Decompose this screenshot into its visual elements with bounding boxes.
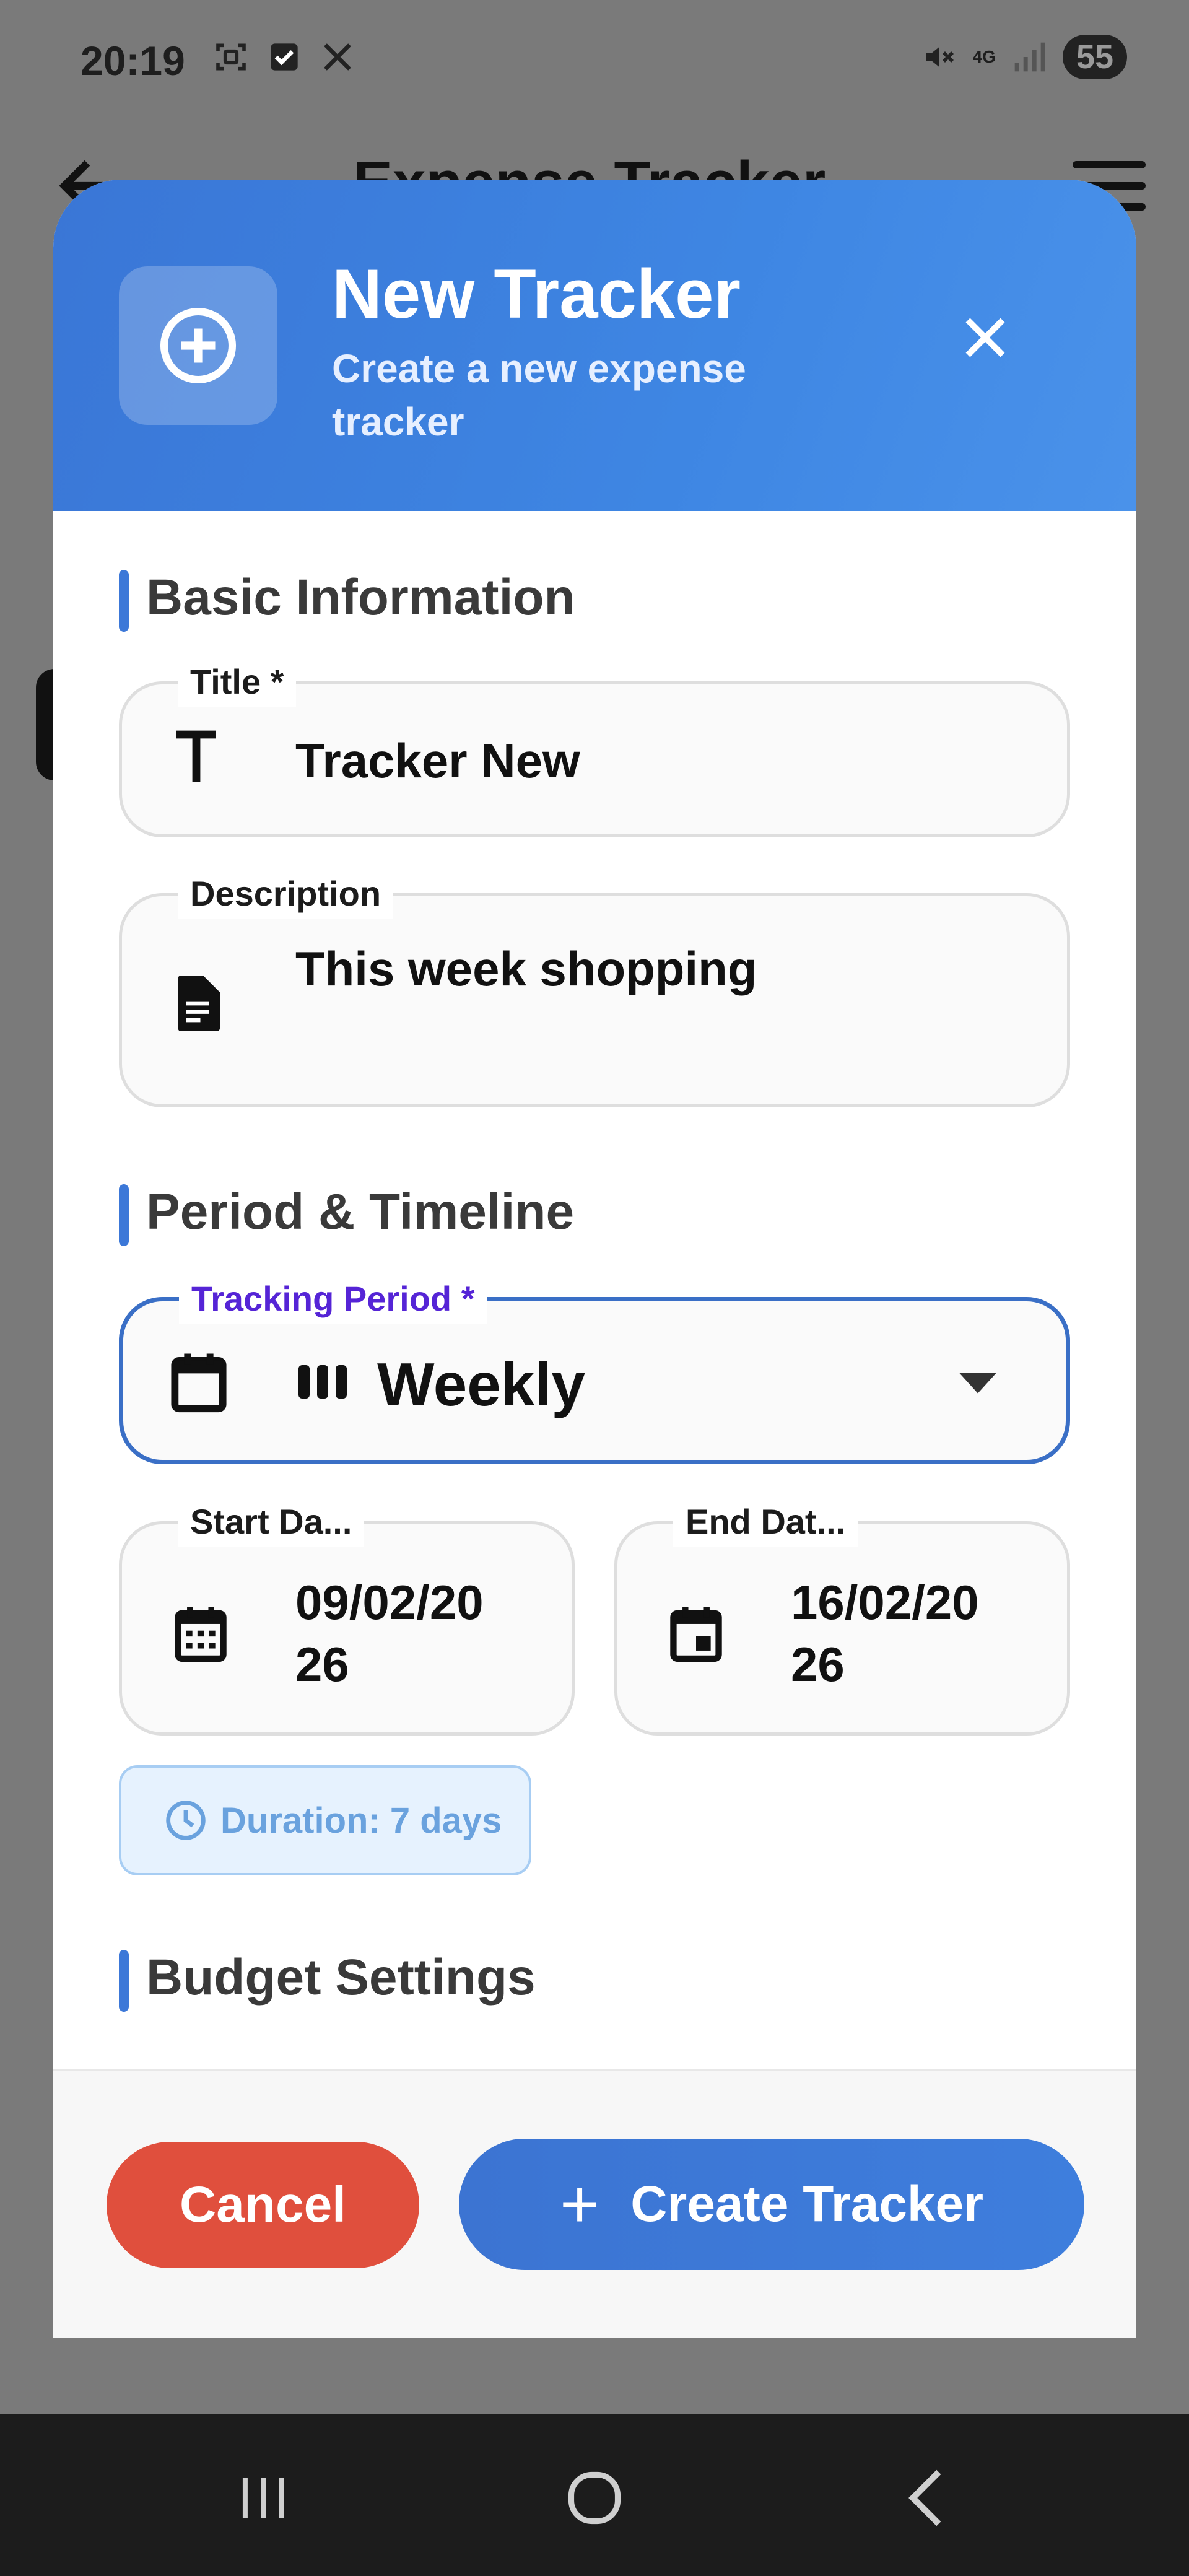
- close-icon: [965, 318, 1005, 357]
- cancel-button[interactable]: Cancel: [107, 2142, 419, 2268]
- section-title-basic: Basic Information: [146, 569, 575, 626]
- dialog-header: New Tracker Create a new expense tracker: [53, 180, 1136, 511]
- status-bar: 20:19 4G 55: [0, 0, 1189, 124]
- section-accent-bar: [119, 1184, 129, 1246]
- section-title-period: Period & Timeline: [146, 1184, 575, 1240]
- start-date-value-line1: 09/02/20: [295, 1575, 484, 1630]
- start-date-field[interactable]: Start Da... 09/02/20 26: [119, 1497, 575, 1736]
- title-field-value: Tracker New: [295, 733, 580, 788]
- recent-apps-button[interactable]: [229, 2464, 297, 2532]
- text-format-icon: [172, 729, 221, 788]
- signal-icon: [1012, 40, 1047, 74]
- status-time: 20:19: [81, 38, 185, 84]
- plus-icon: +: [559, 2166, 600, 2242]
- system-navigation-bar: [0, 2414, 1189, 2576]
- description-field-value: This week shopping: [295, 941, 757, 996]
- checkbox-notification-icon: [267, 40, 302, 74]
- create-tracker-button[interactable]: + Create Tracker: [459, 2139, 1084, 2270]
- description-field-label: Description: [178, 869, 394, 919]
- create-tracker-label: Create Tracker: [630, 2176, 984, 2232]
- calendar-icon: [170, 1351, 227, 1416]
- x-app-icon: [320, 40, 355, 74]
- home-icon: [568, 2471, 621, 2525]
- recent-apps-icon: [242, 2478, 284, 2518]
- tracking-period-value: Weekly: [377, 1350, 585, 1418]
- dropdown-arrow-icon: [959, 1373, 996, 1397]
- add-circle-icon: [119, 266, 277, 425]
- description-field[interactable]: Description This week shopping: [119, 869, 1070, 1107]
- battery-indicator: 55: [1062, 35, 1127, 79]
- end-date-value: 16/02/20 26: [791, 1571, 979, 1695]
- tracking-period-label: Tracking Period *: [179, 1274, 487, 1324]
- start-date-value-line2: 26: [295, 1637, 349, 1692]
- back-icon: [908, 2469, 941, 2526]
- section-accent-bar: [119, 570, 129, 632]
- section-accent-bar: [119, 1950, 129, 2012]
- screenshot-icon: [214, 40, 248, 74]
- end-date-label: End Dat...: [673, 1497, 858, 1547]
- view-week-icon: [297, 1363, 349, 1404]
- dialog-subtitle: Create a new expense tracker: [332, 346, 746, 444]
- section-title-budget: Budget Settings: [146, 1949, 536, 2006]
- new-tracker-dialog: New Tracker Create a new expense tracker…: [53, 180, 1136, 2338]
- back-button[interactable]: [892, 2464, 960, 2532]
- start-date-value: 09/02/20 26: [295, 1571, 484, 1695]
- close-button[interactable]: [951, 303, 1019, 372]
- network-type: 4G: [972, 47, 996, 66]
- end-date-value-line2: 26: [791, 1637, 845, 1692]
- title-field[interactable]: Title * Tracker New: [119, 657, 1070, 837]
- duration-chip: Duration: 7 days: [119, 1765, 531, 1875]
- dialog-footer: Cancel + Create Tracker: [53, 2069, 1136, 2338]
- status-icons-left: [214, 40, 355, 74]
- title-field-label: Title *: [178, 657, 297, 707]
- status-icons-right: 4G 55: [922, 35, 1127, 79]
- home-button[interactable]: [560, 2464, 629, 2532]
- dialog-title: New Tracker: [332, 255, 741, 333]
- start-date-label: Start Da...: [178, 1497, 365, 1547]
- tracking-period-select[interactable]: Tracking Period * Weekly: [119, 1274, 1070, 1464]
- clock-icon: [165, 1799, 207, 1841]
- end-date-field[interactable]: End Dat... 16/02/20 26: [614, 1497, 1070, 1736]
- calendar-month-icon: [174, 1604, 227, 1666]
- document-icon: [175, 976, 220, 1034]
- mute-icon: [922, 40, 957, 74]
- duration-text: Duration: 7 days: [220, 1800, 502, 1841]
- end-date-value-line1: 16/02/20: [791, 1575, 979, 1630]
- event-icon: [669, 1604, 723, 1666]
